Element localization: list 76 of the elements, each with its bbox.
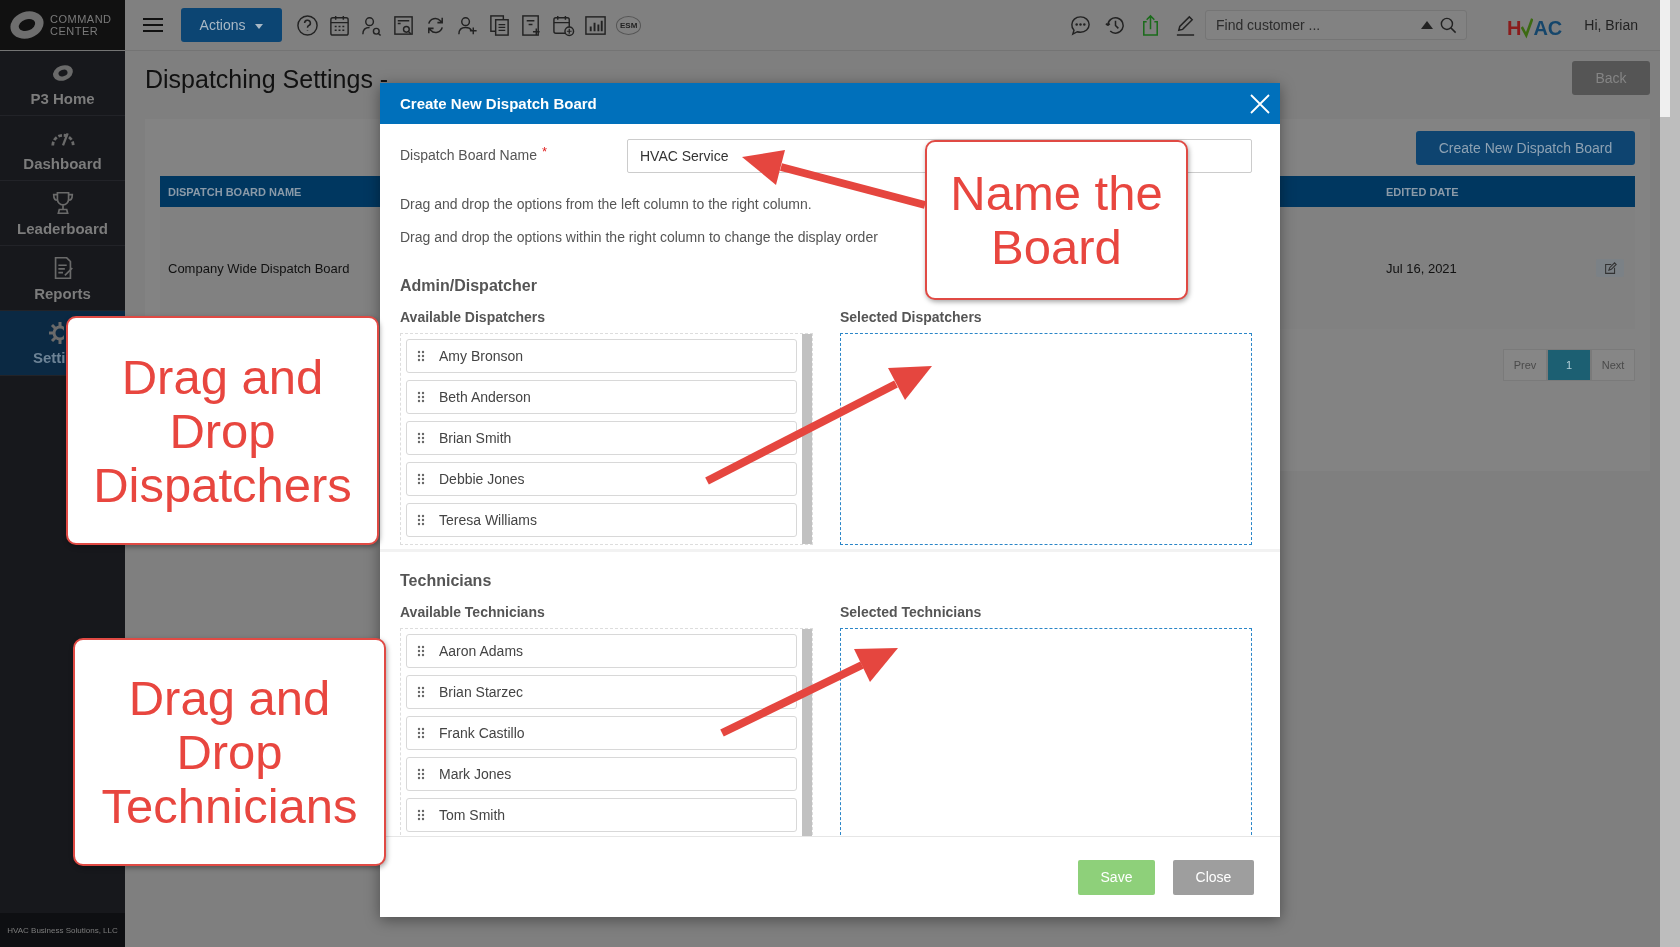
invoice-search-icon[interactable] [392,13,415,37]
callout-tooltip: Name the Board [925,140,1188,300]
bar-chart-icon[interactable] [584,13,607,37]
draggable-item[interactable]: Frank Castillo [406,716,797,750]
brand-name: CENTER [50,25,100,37]
copy-icon[interactable] [488,13,511,37]
sidebar-item[interactable]: P3 Home [0,51,125,116]
drag-handle-icon[interactable] [417,514,425,526]
column-label: Selected Technicians [840,604,983,620]
column-label: Available Technicians [400,604,546,620]
field-label: Dispatch Board Name [400,147,537,163]
callout-tooltip: Drag and Drop Technicians [73,638,386,866]
section-title: Admin/Dispatcher [400,277,538,295]
drag-handle-icon[interactable] [417,727,425,739]
next-page-button[interactable]: Next [1591,349,1635,381]
calendar-add-icon[interactable] [552,13,575,37]
required-mark: * [541,144,547,159]
instruction-text: Drag and drop the options within the right column to change the display order [400,229,879,245]
list-scrollbar[interactable] [802,629,812,836]
instruction-text: Drag and drop the options from the left column to the right column. [400,196,813,212]
draggable-item[interactable]: Beth Anderson [406,380,797,414]
help-icon[interactable] [296,13,319,37]
drag-handle-icon[interactable] [417,686,425,698]
section-title: Technicians [400,572,493,590]
edit-button[interactable] [1596,259,1624,277]
caret-down-icon [255,23,264,29]
sidebar-item[interactable]: Leaderboard [0,181,125,246]
drag-handle-icon[interactable] [417,768,425,780]
drag-handle-icon[interactable] [417,645,425,657]
company-footer: HVAC Business Solutions, LLC [7,925,118,935]
edit-icon [1603,261,1617,275]
draggable-item[interactable]: Brian Starzec [406,675,797,709]
list-scrollbar[interactable] [802,334,812,544]
draggable-item[interactable]: Teresa Williams [406,503,797,537]
app-logo[interactable]: COMMAND CENTER [0,0,125,50]
create-board-button[interactable]: Create New Dispatch Board [1416,131,1635,165]
drag-handle-icon[interactable] [417,473,425,485]
callout-tooltip: Drag and Drop Dispatchers [66,316,379,545]
close-button[interactable]: Close [1173,859,1254,895]
column-header[interactable]: DISPATCH BOARD NAME [168,185,302,198]
dialog-title: Create New Dispatch Board [400,95,597,112]
search-icon[interactable] [1438,15,1458,35]
search-input[interactable]: Find customer ... [1213,16,1415,34]
page-title: Dispatching Settings - [145,65,389,94]
caret-up-icon[interactable] [1420,21,1433,29]
invoice-add-icon[interactable] [520,13,543,37]
brand-name: COMMAND [50,13,112,25]
menu-icon[interactable] [143,17,163,33]
drag-handle-icon[interactable] [417,391,425,403]
draggable-item[interactable]: Debbie Jones [406,462,797,496]
column-label: Available Dispatchers [400,309,546,325]
customer-search-field[interactable]: Find customer ... [1204,10,1467,40]
drag-handle-icon[interactable] [417,350,425,362]
company-logo: H AC [1506,16,1563,40]
drag-handle-icon[interactable] [417,432,425,444]
gear-icon [48,320,64,345]
column-header[interactable]: EDITED DATE [1386,185,1459,198]
draggable-item[interactable]: Amy Bronson [406,339,797,373]
table-cell: Jul 16, 2021 [1386,260,1457,276]
sidebar-item[interactable]: Dashboard [0,116,125,181]
chat-icon[interactable] [1068,13,1092,37]
calendar-icon[interactable] [328,13,351,37]
page-number-button[interactable]: 1 [1547,349,1591,381]
close-icon[interactable] [1250,93,1270,114]
draggable-item[interactable]: Brian Smith [406,421,797,455]
logo-icon[interactable] [8,9,46,41]
table-cell: Company Wide Dispatch Board [168,260,350,276]
draggable-item[interactable]: Aaron Adams [406,634,797,668]
draggable-item[interactable]: Mark Jones [406,757,797,791]
actions-button[interactable]: Actions [181,8,282,42]
column-label: Selected Dispatchers [840,309,983,325]
draggable-item[interactable]: Tom Smith [406,798,797,832]
user-greeting[interactable]: Hi, Brian [1584,17,1638,33]
prev-page-button[interactable]: Prev [1503,349,1547,381]
drag-handle-icon[interactable] [417,809,425,821]
scrollbar[interactable] [1660,0,1680,947]
